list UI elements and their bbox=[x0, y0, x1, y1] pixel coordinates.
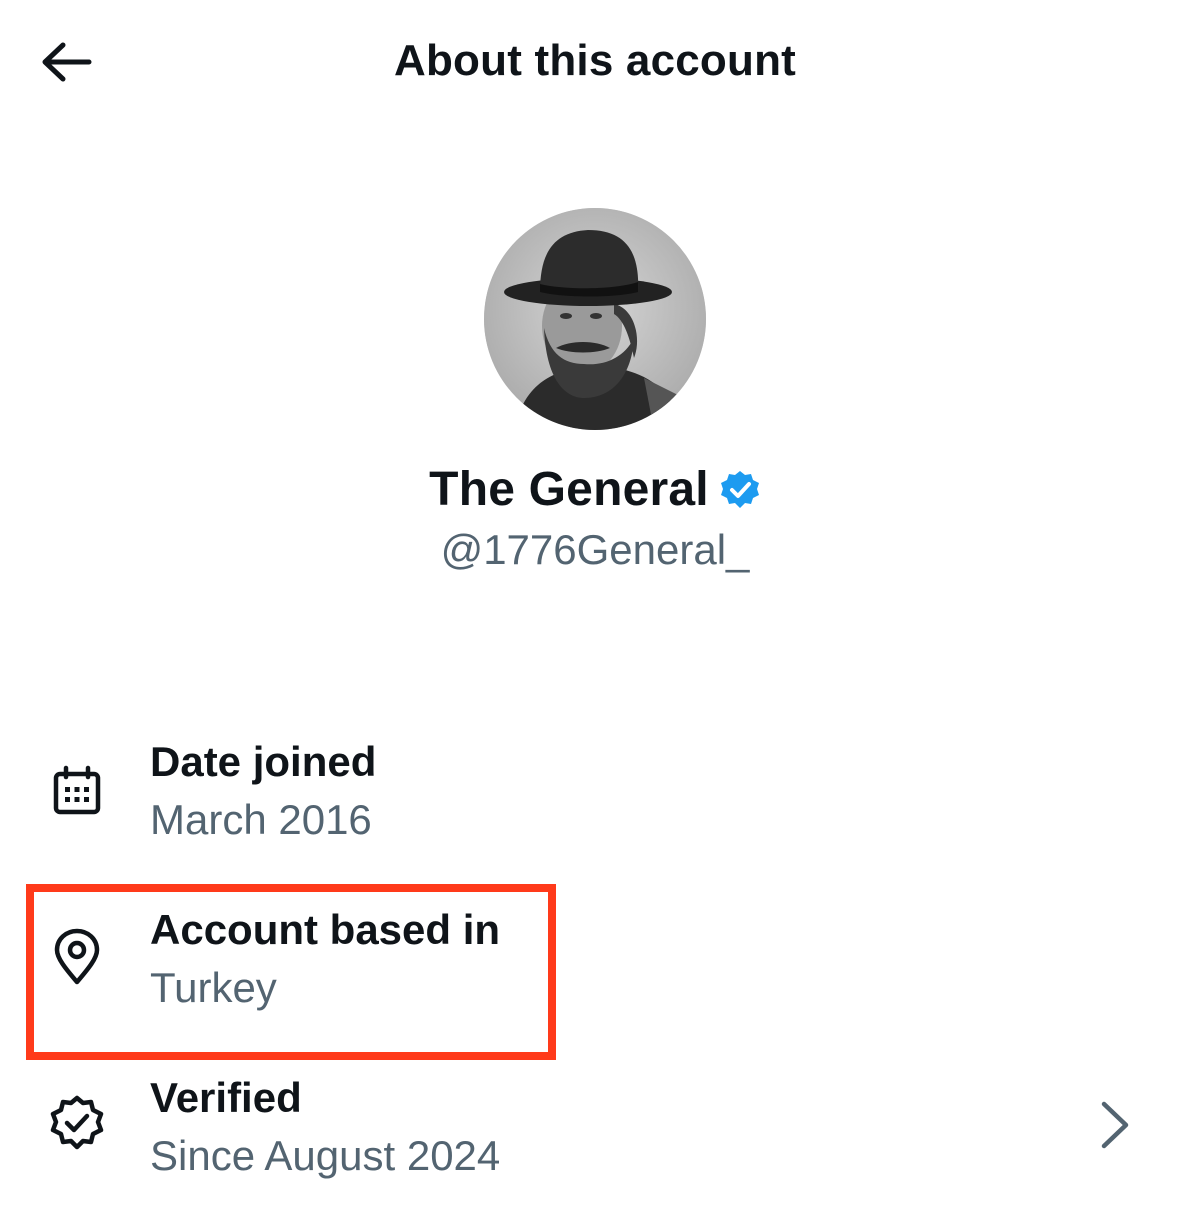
verified-seal-icon bbox=[46, 1092, 108, 1154]
highlight-box bbox=[26, 884, 556, 1060]
date-joined-value: March 2016 bbox=[150, 796, 372, 843]
verified-label: Verified bbox=[150, 1074, 302, 1121]
profile-handle: @1776General_ bbox=[440, 526, 750, 573]
calendar-icon bbox=[46, 760, 108, 822]
page-title: About this account bbox=[393, 36, 797, 85]
header-bar: About this account bbox=[0, 0, 1190, 124]
verified-badge-icon[interactable] bbox=[719, 469, 761, 511]
profile-name-row: The General bbox=[0, 462, 1190, 517]
avatar[interactable] bbox=[484, 208, 706, 430]
verified-value: Since August 2024 bbox=[150, 1132, 501, 1179]
chevron-right-icon[interactable] bbox=[1094, 1100, 1134, 1150]
info-item-date-joined: Date joined March 2016 bbox=[0, 730, 1190, 870]
date-joined-label: Date joined bbox=[150, 738, 377, 785]
profile-name: The General bbox=[429, 463, 709, 516]
info-item-verified[interactable]: Verified Since August 2024 bbox=[0, 1066, 1190, 1206]
